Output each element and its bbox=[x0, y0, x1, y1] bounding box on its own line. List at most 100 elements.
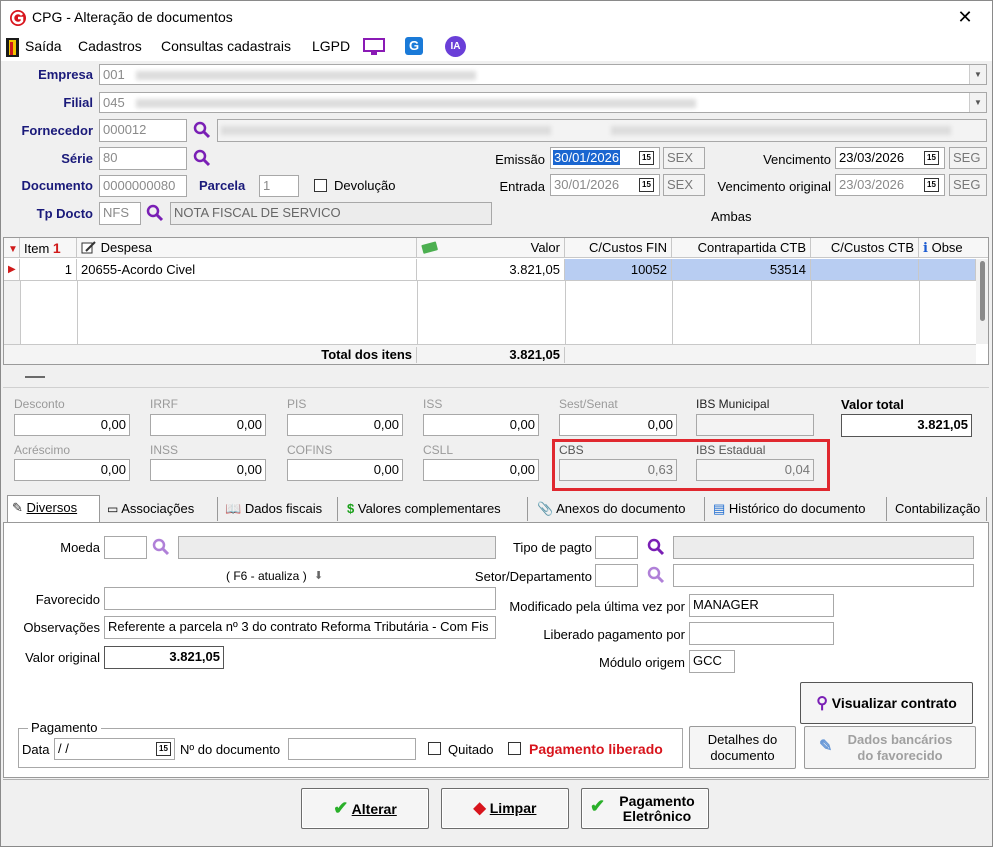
search-icon[interactable] bbox=[193, 149, 211, 167]
grid-cell-contrapartida[interactable]: 53514 bbox=[672, 259, 811, 281]
empresa-value: 001 bbox=[103, 67, 125, 82]
col-header-valor[interactable]: Valor bbox=[417, 238, 565, 258]
grid-cell-valor[interactable]: 3.821,05 bbox=[417, 259, 565, 281]
monitor-icon[interactable] bbox=[363, 38, 385, 56]
tab-bar: ✎ Diversos ▭ Associações 📖 Dados fiscais… bbox=[3, 495, 989, 523]
entrada-weekday: SEX bbox=[663, 174, 705, 196]
tp-docto-label: Tp Docto bbox=[36, 206, 93, 221]
g-app-icon[interactable]: G bbox=[405, 37, 423, 55]
exit-door-icon[interactable] bbox=[6, 38, 19, 57]
ia-assistant-icon[interactable]: IA bbox=[445, 36, 466, 57]
emissao-value: 30/01/2026 bbox=[553, 150, 621, 165]
pagamento-liberado-label: Pagamento liberado bbox=[529, 741, 663, 757]
chevron-down-icon[interactable]: ▼ bbox=[969, 65, 986, 84]
grid-cell-item[interactable]: 1 bbox=[20, 259, 77, 281]
detalhes-documento-button[interactable]: Detalhes do documento bbox=[689, 726, 796, 769]
tab-diversos[interactable]: ✎ Diversos bbox=[7, 495, 100, 523]
search-icon[interactable] bbox=[647, 566, 665, 584]
col-header-cc-fin[interactable]: C/Custos FIN bbox=[565, 238, 672, 258]
menu-lgpd[interactable]: LGPD bbox=[312, 38, 350, 54]
pis-field[interactable]: 0,00 bbox=[287, 414, 403, 436]
empresa-select[interactable]: 001 ▼ bbox=[99, 64, 987, 85]
moeda-input[interactable] bbox=[104, 536, 147, 559]
chevron-down-icon[interactable]: ▼ bbox=[969, 93, 986, 112]
devolucao-checkbox[interactable] bbox=[314, 179, 327, 192]
alterar-button[interactable]: ✔ Alterar bbox=[301, 788, 429, 829]
calendar-icon[interactable]: 15 bbox=[639, 151, 654, 165]
menu-cadastros[interactable]: Cadastros bbox=[78, 38, 142, 54]
dados-bancarios-button[interactable]: ✎ Dados bancários do favorecido bbox=[804, 726, 976, 769]
col-header-item[interactable]: Item 1 bbox=[20, 238, 77, 258]
calendar-icon[interactable]: 15 bbox=[924, 178, 939, 192]
setor-input[interactable] bbox=[595, 564, 638, 587]
documento-input[interactable]: 0000000080 bbox=[99, 175, 187, 197]
close-button[interactable]: ✕ bbox=[948, 4, 982, 30]
grid-cell-despesa[interactable]: 20655-Acordo Civel bbox=[77, 259, 417, 281]
tab-anexos[interactable]: 📎 Anexos do documento bbox=[533, 497, 705, 521]
scrollbar-thumb[interactable] bbox=[980, 261, 985, 321]
favorecido-input[interactable] bbox=[104, 587, 496, 610]
ndoc-input[interactable] bbox=[288, 738, 416, 760]
modificado-label: Modificado pela última vez por bbox=[509, 599, 685, 614]
col-header-contrapartida[interactable]: Contrapartida CTB bbox=[672, 238, 811, 258]
cofins-field[interactable]: 0,00 bbox=[287, 459, 403, 481]
irrf-label: IRRF bbox=[150, 397, 178, 411]
csll-field[interactable]: 0,00 bbox=[423, 459, 539, 481]
tipo-pagto-desc bbox=[673, 536, 974, 559]
tab-contabilizacao[interactable]: Contabilização bbox=[891, 497, 987, 521]
col-header-obs[interactable]: i Obse bbox=[919, 238, 988, 258]
splitter-handle[interactable] bbox=[25, 376, 45, 378]
col-header-despesa[interactable]: Despesa bbox=[77, 238, 417, 258]
valor-original-field: 3.821,05 bbox=[104, 646, 224, 669]
search-icon[interactable] bbox=[193, 121, 211, 139]
calendar-icon[interactable]: 15 bbox=[924, 151, 939, 165]
menu-consultas-cadastrais[interactable]: Consultas cadastrais bbox=[161, 38, 291, 54]
search-icon[interactable] bbox=[647, 538, 665, 556]
tab-historico[interactable]: ▤ Histórico do documento bbox=[709, 497, 887, 521]
fornecedor-input[interactable]: 000012 bbox=[99, 119, 187, 142]
pagamento-eletronico-button[interactable]: ✔ Pagamento Eletrônico bbox=[581, 788, 709, 829]
valor-total-field: 3.821,05 bbox=[841, 414, 972, 437]
col-header-cc-ctb[interactable]: C/Custos CTB bbox=[811, 238, 919, 258]
menu-bar: Saída Cadastros Consultas cadastrais LGP… bbox=[1, 34, 992, 61]
grid-cell-cc-fin[interactable]: 10052 bbox=[565, 259, 672, 281]
moeda-label: Moeda bbox=[60, 540, 100, 555]
limpar-button[interactable]: ◆ Limpar bbox=[441, 788, 569, 829]
search-icon[interactable] bbox=[152, 538, 170, 556]
grid-scrollbar[interactable] bbox=[976, 259, 988, 344]
acrescimo-field[interactable]: 0,00 bbox=[14, 459, 130, 481]
documento-label: Documento bbox=[21, 178, 94, 193]
tp-docto-input[interactable]: NFS bbox=[99, 202, 141, 225]
modulo-origem-label: Módulo origem bbox=[599, 655, 685, 670]
calendar-icon[interactable]: 15 bbox=[156, 742, 171, 756]
grid-indicator-header: ▼ bbox=[4, 238, 20, 258]
money-icon bbox=[421, 241, 438, 254]
edit-pencil-icon: ✎ bbox=[819, 738, 833, 755]
parcela-input[interactable]: 1 bbox=[259, 175, 299, 197]
desconto-field[interactable]: 0,00 bbox=[14, 414, 130, 436]
pagamento-liberado-checkbox[interactable] bbox=[508, 742, 521, 755]
menu-saida[interactable]: Saída bbox=[25, 38, 62, 54]
tab-dados-fiscais[interactable]: 📖 Dados fiscais bbox=[221, 497, 338, 521]
tipo-pagto-input[interactable] bbox=[595, 536, 638, 559]
quitado-checkbox[interactable] bbox=[428, 742, 441, 755]
parcela-label: Parcela bbox=[199, 178, 246, 193]
total-itens-label: Total dos itens bbox=[77, 347, 417, 363]
grid-cell-cc-ctb[interactable] bbox=[811, 259, 919, 281]
calendar-icon[interactable]: 15 bbox=[639, 178, 654, 192]
tab-valores-complementares[interactable]: $ Valores complementares bbox=[343, 497, 528, 521]
grid-cell-obs[interactable] bbox=[919, 259, 976, 281]
search-icon[interactable] bbox=[146, 204, 164, 222]
irrf-field[interactable]: 0,00 bbox=[150, 414, 266, 436]
iss-field[interactable]: 0,00 bbox=[423, 414, 539, 436]
visualizar-contrato-button[interactable]: ⚲ Visualizar contrato bbox=[800, 682, 973, 724]
vencimento-original-label: Vencimento original bbox=[717, 179, 831, 194]
sest-senat-field[interactable]: 0,00 bbox=[559, 414, 677, 436]
filial-select[interactable]: 045 ▼ bbox=[99, 92, 987, 113]
serie-input[interactable]: 80 bbox=[99, 147, 187, 170]
tab-associacoes[interactable]: ▭ Associações bbox=[103, 497, 218, 521]
valor-total-label: Valor total bbox=[841, 397, 904, 412]
inss-field[interactable]: 0,00 bbox=[150, 459, 266, 481]
desconto-label: Desconto bbox=[14, 397, 65, 411]
observacoes-input[interactable]: Referente a parcela nº 3 do contrato Ref… bbox=[104, 616, 496, 639]
